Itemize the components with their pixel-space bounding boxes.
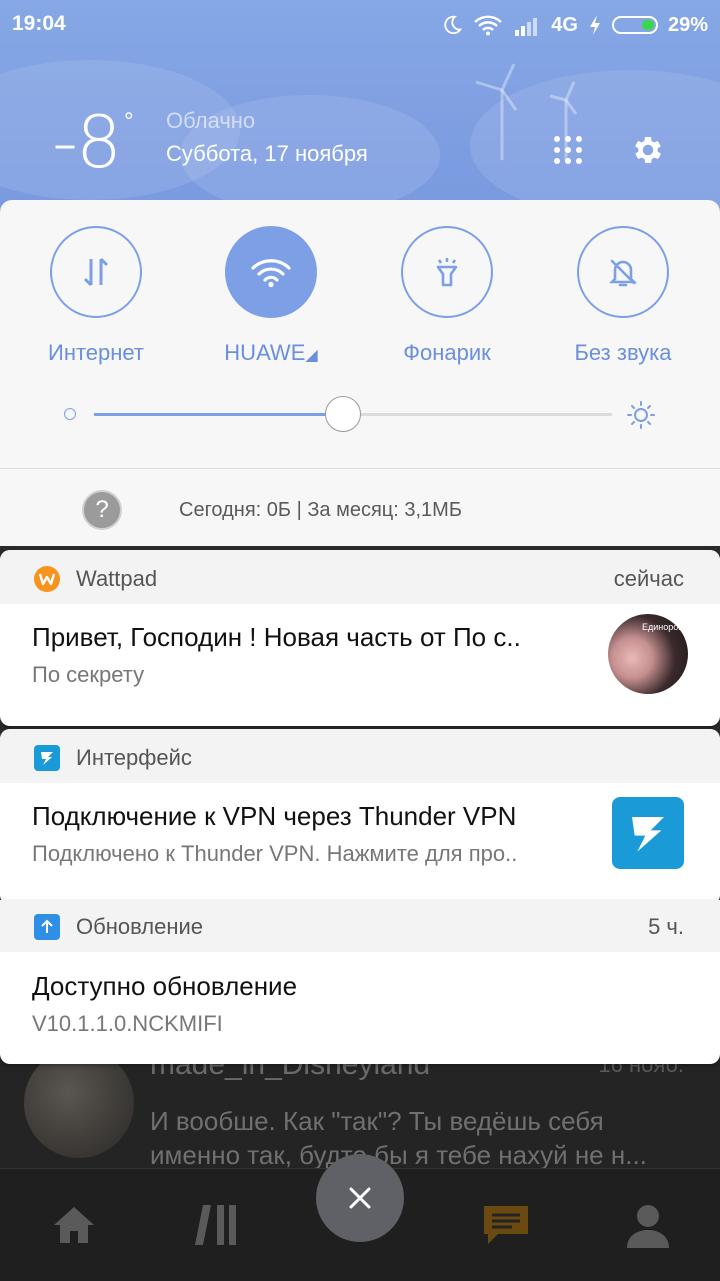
divider — [0, 468, 720, 469]
notification-title: Доступно обновление — [32, 971, 298, 1001]
charging-icon — [589, 15, 600, 35]
toggle-silent[interactable]: Без звука — [533, 226, 713, 386]
toggle-silent-circle[interactable] — [577, 226, 669, 318]
grid-menu-icon[interactable] — [546, 128, 590, 172]
toggle-flashlight-circle[interactable] — [401, 226, 493, 318]
avatar — [24, 1048, 134, 1158]
weather-date[interactable]: Суббота, 17 ноября — [166, 141, 368, 167]
notification-body: Подключено к Thunder VPN. Нажмите для пр… — [32, 841, 518, 866]
notification-header: Обновление 5 ч. — [0, 900, 720, 952]
brightness-thumb[interactable] — [324, 396, 361, 432]
notification-update[interactable]: Обновление 5 ч. Доступно обновление V10.… — [0, 900, 720, 1064]
notification-vpn[interactable]: Интерфейс Подключение к VPN через Thunde… — [0, 729, 720, 905]
help-icon[interactable]: ? — [82, 490, 122, 530]
toggle-internet-circle[interactable] — [50, 226, 142, 318]
notification-wattpad[interactable]: Wattpad сейчас Привет, Господин ! Новая … — [0, 550, 720, 726]
notification-time: сейчас — [613, 566, 684, 591]
brightness-fill — [94, 413, 343, 416]
battery-icon — [611, 16, 658, 34]
messages-icon[interactable] — [476, 1200, 536, 1250]
flashlight-icon — [436, 258, 458, 287]
toggle-flashlight[interactable]: Фонарик — [357, 226, 537, 386]
toggle-wifi[interactable]: HUAWE◢ — [181, 226, 361, 386]
data-usage-text: Сегодня: 0Б | За месяц: 3,1МБ — [179, 499, 462, 521]
notification-title: Привет, Господин ! Новая часть от По с.. — [32, 622, 521, 652]
notification-body: V10.1.1.0.NCKMIFI — [32, 1011, 223, 1036]
notification-app-name: Интерфейс — [76, 745, 192, 770]
notification-title: Подключение к VPN через Thunder VPN — [32, 801, 517, 831]
notification-thumbnail: Единорог — [608, 614, 688, 694]
toggle-label: Фонарик — [403, 340, 491, 365]
toggle-label: HUAWE◢ — [224, 340, 318, 365]
toggle-wifi-circle[interactable] — [225, 226, 317, 318]
profile-icon[interactable] — [618, 1200, 678, 1250]
clock: 19:04 — [12, 12, 66, 35]
notification-app-name: Wattpad — [76, 566, 158, 591]
notification-header: Интерфейс — [0, 729, 720, 783]
degree-symbol: ° — [124, 108, 134, 135]
library-icon[interactable] — [186, 1200, 246, 1250]
moon-icon — [444, 15, 463, 35]
temperature: -8 — [52, 100, 122, 184]
notification-body: По секрету — [32, 662, 145, 687]
gear-icon[interactable] — [626, 128, 670, 172]
network-type: 4G — [551, 13, 578, 36]
battery-percent: 29% — [667, 13, 708, 36]
close-icon — [349, 1187, 371, 1209]
update-icon — [34, 914, 60, 940]
brightness-max-icon — [627, 401, 655, 429]
bell-off-icon — [608, 259, 638, 287]
notification-header: Wattpad сейчас — [0, 550, 720, 604]
toggle-internet[interactable]: Интернет — [6, 226, 186, 386]
weather-condition: Облачно — [166, 108, 256, 133]
home-icon[interactable] — [44, 1200, 104, 1250]
data-transfer-icon — [83, 257, 109, 287]
thunder-vpn-large-icon — [612, 797, 684, 869]
thunder-vpn-icon — [34, 745, 60, 771]
chat-message: И вообше. Как "так"? Ты ведёшь себя имен… — [150, 1106, 647, 1170]
close-button[interactable] — [316, 1154, 404, 1242]
toggle-label: Интернет — [48, 340, 144, 365]
wifi-icon — [474, 15, 503, 36]
wifi-icon — [251, 259, 291, 288]
notification-app-name: Обновление — [76, 914, 204, 939]
toggle-label: Без звука — [574, 340, 672, 365]
status-bar: 19:04 4G 29% — [0, 0, 720, 50]
notification-time: 5 ч. — [648, 914, 684, 939]
signal-icon — [515, 18, 538, 36]
wattpad-icon — [34, 566, 60, 592]
dropdown-triangle-icon[interactable]: ◢ — [305, 347, 317, 364]
brightness-min-icon — [64, 408, 76, 420]
